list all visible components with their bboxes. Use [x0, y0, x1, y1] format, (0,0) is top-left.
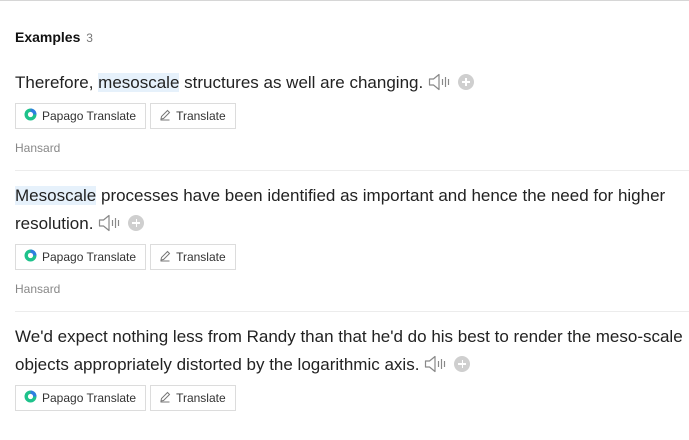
add-to-wordbook-icon[interactable]: [128, 214, 145, 231]
example-sentence: We'd expect nothing less from Randy than…: [15, 323, 689, 379]
papago-logo-icon: [24, 249, 37, 265]
speaker-icon[interactable]: [424, 354, 448, 374]
papago-translate-button[interactable]: Papago Translate: [15, 244, 147, 270]
pencil-icon: [159, 109, 171, 124]
example-source: Hansard: [15, 141, 61, 155]
papago-translate-label: Papago Translate: [42, 250, 137, 264]
translate-buttons: Papago Translate Translate: [15, 385, 689, 411]
divider: [15, 170, 689, 171]
translate-button[interactable]: Translate: [150, 244, 236, 270]
translate-label: Translate: [176, 391, 226, 405]
translate-buttons: Papago Translate Translate: [15, 244, 689, 270]
example-source: Hansard: [15, 282, 61, 296]
translate-buttons: Papago Translate Translate: [15, 103, 689, 129]
papago-translate-button[interactable]: Papago Translate: [15, 385, 147, 411]
top-border: [0, 0, 689, 1]
examples-count: 3: [86, 31, 93, 45]
pencil-icon: [159, 250, 171, 265]
translate-button[interactable]: Translate: [150, 103, 236, 129]
papago-translate-label: Papago Translate: [42, 391, 137, 405]
papago-logo-icon: [24, 108, 37, 124]
translate-label: Translate: [176, 250, 226, 264]
example-item: Mesoscale processes have been identified…: [15, 182, 689, 296]
example-sentence: Therefore, mesoscale structures as well …: [15, 69, 689, 97]
pencil-icon: [159, 391, 171, 406]
examples-title: Examples: [15, 29, 81, 45]
example-item: Therefore, mesoscale structures as well …: [15, 69, 689, 155]
papago-logo-icon: [24, 390, 37, 406]
examples-header: Examples 3: [15, 29, 93, 45]
highlighted-term: mesoscale: [98, 73, 180, 92]
add-to-wordbook-icon[interactable]: [454, 355, 471, 372]
example-sentence: Mesoscale processes have been identified…: [15, 182, 689, 238]
add-to-wordbook-icon[interactable]: [458, 73, 475, 90]
translate-button[interactable]: Translate: [150, 385, 236, 411]
sentence-text: We'd expect nothing less from Randy than…: [15, 327, 683, 374]
sentence-text: structures as well are changing.: [179, 73, 424, 92]
papago-translate-label: Papago Translate: [42, 109, 137, 123]
speaker-icon[interactable]: [428, 72, 452, 92]
highlighted-term: Mesoscale: [15, 186, 97, 205]
translate-label: Translate: [176, 109, 226, 123]
speaker-icon[interactable]: [98, 213, 122, 233]
example-item: We'd expect nothing less from Randy than…: [15, 323, 689, 411]
divider: [15, 311, 689, 312]
sentence-text: Therefore,: [15, 73, 99, 92]
papago-translate-button[interactable]: Papago Translate: [15, 103, 147, 129]
